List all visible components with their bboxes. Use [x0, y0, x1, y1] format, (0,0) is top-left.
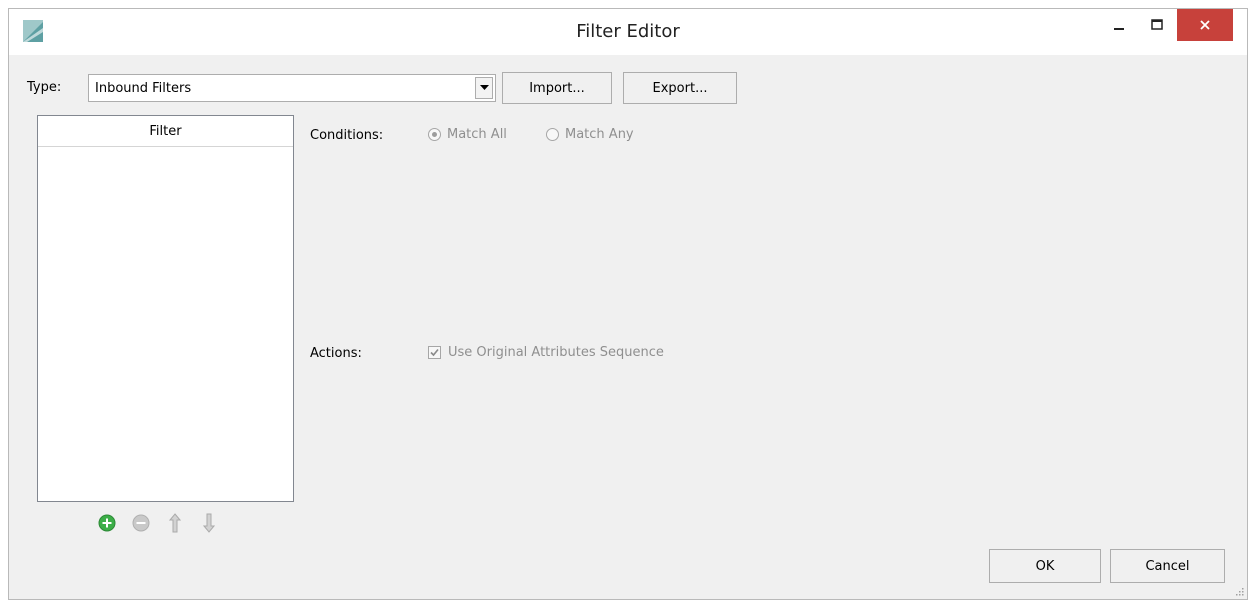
- title-bar[interactable]: Filter Editor: [9, 9, 1247, 55]
- maximize-button[interactable]: [1139, 9, 1175, 41]
- move-up-button[interactable]: [165, 513, 185, 533]
- match-all-radio[interactable]: Match All: [428, 127, 507, 142]
- window-title: Filter Editor: [576, 21, 680, 42]
- close-icon: [1200, 20, 1210, 30]
- radio-unselected-icon: [546, 128, 559, 141]
- import-button[interactable]: Import...: [502, 72, 612, 104]
- match-any-label: Match Any: [565, 127, 634, 142]
- remove-filter-button[interactable]: [131, 513, 151, 533]
- use-original-attributes-label: Use Original Attributes Sequence: [448, 345, 664, 360]
- dropdown-arrow-icon[interactable]: [475, 77, 493, 99]
- type-select-value: Inbound Filters: [95, 81, 192, 96]
- radio-selected-icon: [428, 128, 441, 141]
- type-select[interactable]: Inbound Filters: [88, 74, 496, 102]
- resize-grip-icon[interactable]: [1234, 586, 1244, 596]
- move-down-button[interactable]: [199, 513, 219, 533]
- move-down-icon: [203, 513, 215, 533]
- export-button[interactable]: Export...: [623, 72, 737, 104]
- conditions-label: Conditions:: [310, 128, 384, 143]
- maximize-icon: [1151, 19, 1163, 30]
- checkbox-checked-icon: [428, 346, 441, 359]
- filter-editor-window: Filter Editor Type: Inbound Filters Impo…: [8, 8, 1248, 600]
- add-icon: [98, 514, 116, 532]
- cancel-button[interactable]: Cancel: [1110, 549, 1225, 583]
- use-original-attributes-checkbox[interactable]: Use Original Attributes Sequence: [428, 345, 664, 360]
- ok-button[interactable]: OK: [989, 549, 1101, 583]
- minimize-icon: [1114, 28, 1124, 30]
- type-label: Type:: [27, 80, 62, 95]
- match-any-radio[interactable]: Match Any: [546, 127, 634, 142]
- match-all-label: Match All: [447, 127, 507, 142]
- filter-column-header[interactable]: Filter: [38, 116, 293, 147]
- move-up-icon: [169, 513, 181, 533]
- add-filter-button[interactable]: [97, 513, 117, 533]
- filter-list-toolbar: [97, 511, 219, 535]
- close-button[interactable]: [1177, 9, 1233, 41]
- minimize-button[interactable]: [1101, 9, 1137, 41]
- filter-list[interactable]: Filter: [37, 115, 294, 502]
- actions-label: Actions:: [310, 346, 362, 361]
- remove-icon: [132, 514, 150, 532]
